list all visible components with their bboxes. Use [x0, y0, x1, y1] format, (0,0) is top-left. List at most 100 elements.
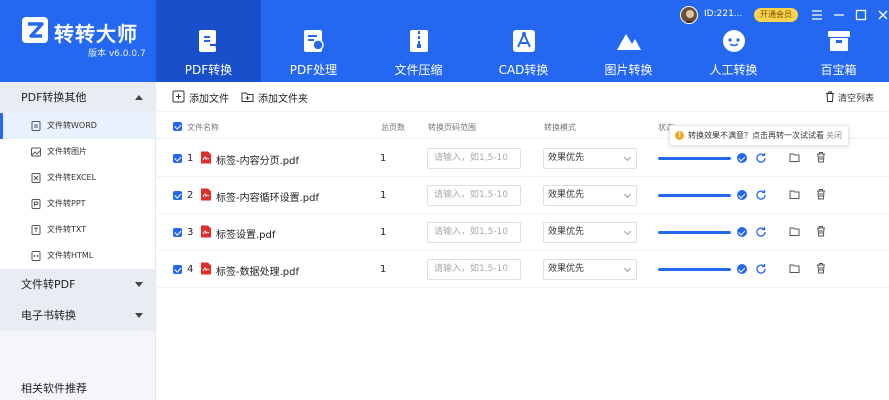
mode-select[interactable]: 效果优先 — [543, 148, 637, 169]
sidebar-group-ebook[interactable]: 电子书转换 — [0, 300, 155, 331]
mode-select[interactable]: 效果优先 — [543, 185, 637, 206]
sidebar-item-image[interactable]: 文件转图片 — [0, 139, 155, 165]
top-header: 转转大师 版本 v6.0.0.7 PDF转换 PDF处理 文件压缩 CAD转换 … — [0, 0, 889, 82]
mode-value: 效果优先 — [548, 190, 585, 200]
brand: 转转大师 版本 v6.0.0.7 — [0, 0, 156, 82]
file-icon — [31, 199, 41, 209]
reconvert-icon[interactable] — [755, 189, 767, 201]
chevron-down-icon — [623, 153, 632, 162]
progress-bar — [658, 231, 731, 234]
file-name: 标签设置.pdf — [216, 230, 276, 241]
mode-select[interactable]: 效果优先 — [543, 222, 637, 243]
image-icon — [31, 147, 41, 157]
tab-cad[interactable]: CAD转换 — [471, 0, 576, 82]
tooltip-close-link[interactable]: 关闭 — [826, 126, 842, 145]
sidebar-group-file-to-pdf[interactable]: 文件转PDF — [0, 269, 155, 300]
menu-icon[interactable] — [810, 8, 824, 22]
open-folder-icon[interactable] — [789, 226, 800, 237]
row-number: 2 — [187, 190, 194, 201]
clear-list-button[interactable]: 清空列表 — [825, 91, 874, 104]
page-range-input[interactable]: 请输入，如1,5-10 — [427, 148, 521, 169]
file-icon — [31, 173, 41, 183]
pdf-file-icon — [201, 225, 211, 238]
add-file-button[interactable]: 添加文件 — [172, 90, 229, 105]
main-panel: 添加文件 添加文件夹 清空列表 文件名称 总页数 转换页码范围 转换模式 状态 … — [157, 82, 889, 400]
collapse-arrow-icon — [135, 95, 143, 100]
expand-arrow-icon — [135, 313, 143, 318]
row-number: 4 — [187, 264, 194, 275]
select-all-checkbox[interactable] — [173, 122, 182, 131]
mode-value: 效果优先 — [548, 264, 585, 274]
pdf-file-icon — [201, 151, 211, 164]
toolbar: 添加文件 添加文件夹 清空列表 — [157, 82, 889, 112]
complete-check-icon — [737, 153, 747, 163]
sidebar-item-txt[interactable]: 文件转TXT — [0, 217, 155, 243]
tab-pdf-process[interactable]: PDF处理 — [261, 0, 366, 82]
row-checkbox[interactable] — [173, 265, 182, 274]
reconvert-tooltip: 转换效果不满意？点击再转一次试试看 关闭 — [669, 125, 849, 146]
progress-bar — [658, 268, 731, 271]
sidebar-item-html[interactable]: 文件转HTML — [0, 243, 155, 269]
add-file-label: 添加文件 — [189, 94, 229, 105]
chevron-down-icon — [623, 227, 632, 236]
table-row: 4 标签-数据处理.pdf 1 请输入，如1,5-10 效果优先 — [157, 251, 889, 288]
pdf-process-icon — [304, 30, 324, 52]
app-logo-icon — [22, 17, 48, 43]
tab-label: 人工转换 — [709, 63, 758, 77]
chevron-down-icon — [623, 264, 632, 273]
avatar[interactable] — [680, 6, 698, 24]
pdf-convert-icon — [199, 30, 221, 52]
sidebar-group-pdf-other[interactable]: PDF转换其他 — [0, 82, 155, 113]
page-range-input[interactable]: 请输入，如1,5-10 — [427, 259, 521, 280]
minimize-icon[interactable] — [832, 8, 846, 22]
sidebar-group-label: 文件转PDF — [21, 278, 76, 291]
sidebar-item-excel[interactable]: 文件转EXCEL — [0, 165, 155, 191]
reconvert-icon[interactable] — [755, 152, 767, 164]
open-folder-icon[interactable] — [789, 263, 800, 274]
related-software-link[interactable]: 相关软件推荐 — [21, 380, 87, 396]
page-range-input[interactable]: 请输入，如1,5-10 — [427, 185, 521, 206]
tab-pdf-convert[interactable]: PDF转换 — [156, 0, 261, 82]
reconvert-icon[interactable] — [755, 263, 767, 275]
expand-arrow-icon — [135, 282, 143, 287]
trash-icon — [825, 91, 834, 102]
delete-icon[interactable] — [816, 225, 826, 237]
header-range: 转换页码范围 — [428, 123, 476, 132]
cad-icon — [513, 30, 535, 52]
row-number: 1 — [187, 153, 194, 164]
file-icon — [31, 251, 41, 261]
sidebar-item-label: 文件转PPT — [47, 199, 86, 208]
complete-check-icon — [737, 264, 747, 274]
row-checkbox[interactable] — [173, 228, 182, 237]
mode-select[interactable]: 效果优先 — [543, 259, 637, 280]
open-folder-icon[interactable] — [789, 152, 800, 163]
vip-button[interactable]: 开通会员 — [754, 8, 798, 22]
sidebar-item-ppt[interactable]: 文件转PPT — [0, 191, 155, 217]
reconvert-icon[interactable] — [755, 226, 767, 238]
table-row: 3 标签设置.pdf 1 请输入，如1,5-10 效果优先 — [157, 214, 889, 251]
maximize-icon[interactable] — [854, 8, 868, 22]
page-range-input[interactable]: 请输入，如1,5-10 — [427, 222, 521, 243]
user-id: ID:221... — [704, 9, 743, 19]
sidebar-item-label: 文件转图片 — [47, 147, 87, 156]
mode-value: 效果优先 — [548, 153, 585, 163]
close-icon[interactable] — [876, 8, 889, 22]
add-folder-button[interactable]: 添加文件夹 — [241, 90, 308, 105]
tab-image-convert[interactable]: 图片转换 — [576, 0, 681, 82]
tab-compress[interactable]: 文件压缩 — [366, 0, 471, 82]
delete-icon[interactable] — [816, 262, 826, 274]
row-checkbox[interactable] — [173, 154, 182, 163]
app-version: 版本 v6.0.0.7 — [88, 49, 146, 59]
delete-icon[interactable] — [816, 151, 826, 163]
row-checkbox[interactable] — [173, 191, 182, 200]
tab-label: 百宝箱 — [820, 63, 857, 77]
manual-service-icon — [723, 30, 745, 52]
sidebar-group-label: PDF转换其他 — [21, 91, 87, 104]
sidebar-item-word[interactable]: 文件转WORD — [0, 113, 155, 139]
mode-value: 效果优先 — [548, 227, 585, 237]
open-folder-icon[interactable] — [789, 189, 800, 200]
sidebar-item-label: 文件转HTML — [47, 251, 94, 260]
add-folder-icon — [241, 92, 254, 102]
delete-icon[interactable] — [816, 188, 826, 200]
pdf-file-icon — [201, 188, 211, 201]
